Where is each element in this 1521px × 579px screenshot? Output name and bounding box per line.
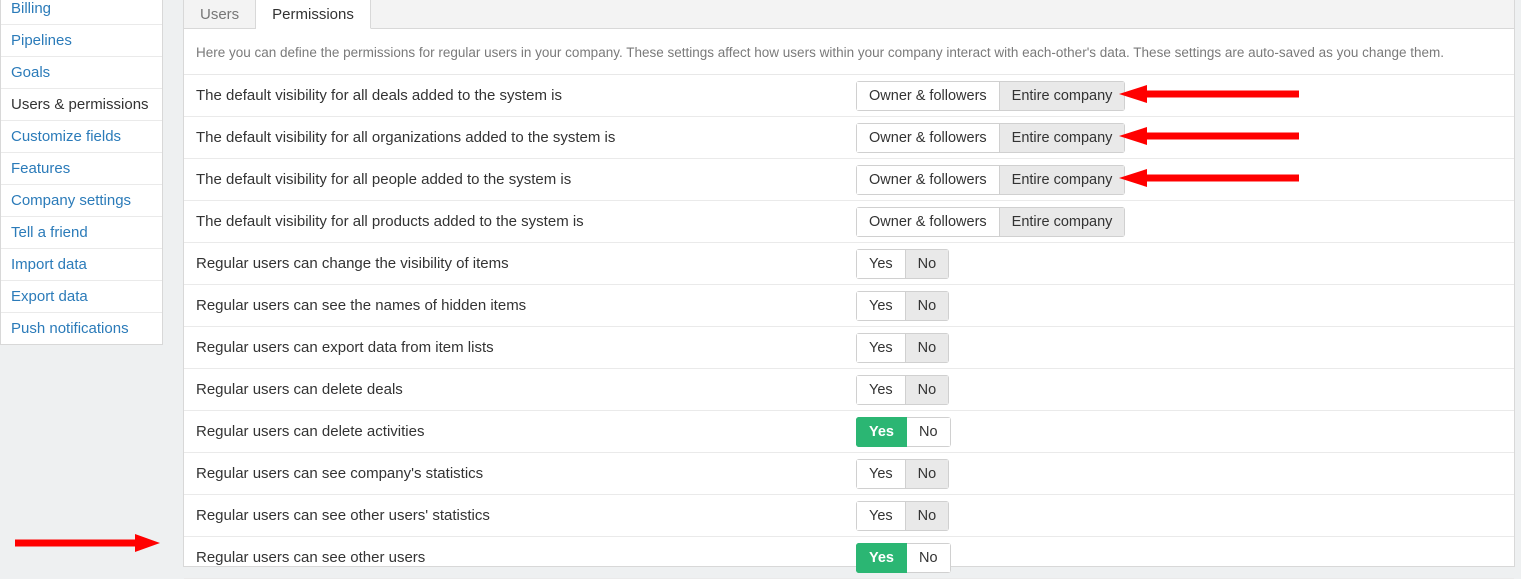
permission-label: Regular users can export data from item … xyxy=(196,339,856,356)
sidebar-item-push-notifications[interactable]: Push notifications xyxy=(1,313,162,344)
toggle-option-owner-followers[interactable]: Owner & followers xyxy=(856,81,1000,111)
annotation-arrow xyxy=(1119,84,1299,108)
toggle-option-yes[interactable]: Yes xyxy=(856,459,906,489)
sidebar-item-export-data[interactable]: Export data xyxy=(1,281,162,313)
permission-row: The default visibility for all people ad… xyxy=(184,159,1514,201)
toggle-option-no[interactable]: No xyxy=(906,291,950,321)
sidebar-item-billing[interactable]: Billing xyxy=(1,0,162,25)
permission-label: Regular users can delete activities xyxy=(196,423,856,440)
toggle-option-yes[interactable]: Yes xyxy=(856,501,906,531)
toggle-option-yes[interactable]: Yes xyxy=(856,291,906,321)
sidebar-item-features[interactable]: Features xyxy=(1,153,162,185)
permission-row: The default visibility for all deals add… xyxy=(184,75,1514,117)
permission-row: Regular users can see other users' stati… xyxy=(184,495,1514,537)
toggle-option-no[interactable]: No xyxy=(906,459,950,489)
sidebar: Billing Pipelines Goals Users & permissi… xyxy=(0,0,163,345)
toggle-option-no[interactable]: No xyxy=(906,501,950,531)
permission-row: Regular users can see the names of hidde… xyxy=(184,285,1514,327)
intro-text: Here you can define the permissions for … xyxy=(184,29,1514,75)
permission-label: The default visibility for all deals add… xyxy=(196,87,856,104)
permission-label: Regular users can delete deals xyxy=(196,381,856,398)
visibility-toggle: Owner & followersEntire company xyxy=(856,207,1125,237)
visibility-toggle: Owner & followersEntire company xyxy=(856,165,1125,195)
permission-label: Regular users can see other users' stati… xyxy=(196,507,856,524)
permission-row: Regular users can see other usersYesNo xyxy=(184,537,1514,579)
yesno-toggle: YesNo xyxy=(856,249,949,279)
toggle-option-no[interactable]: No xyxy=(906,375,950,405)
toggle-option-no[interactable]: No xyxy=(907,543,951,573)
permissions-list: The default visibility for all deals add… xyxy=(184,75,1514,579)
toggle-option-yes[interactable]: Yes xyxy=(856,417,907,447)
yesno-toggle: YesNo xyxy=(856,459,949,489)
yesno-toggle: YesNo xyxy=(856,333,949,363)
sidebar-item-customize-fields[interactable]: Customize fields xyxy=(1,121,162,153)
sidebar-item-import-data[interactable]: Import data xyxy=(1,249,162,281)
permission-label: The default visibility for all organizat… xyxy=(196,129,856,146)
annotation-arrow xyxy=(1119,126,1299,150)
permission-row: Regular users can delete activitiesYesNo xyxy=(184,411,1514,453)
toggle-option-entire-company[interactable]: Entire company xyxy=(1000,123,1126,153)
yesno-toggle: YesNo xyxy=(856,501,949,531)
tab-bar: Users Permissions xyxy=(184,0,1514,29)
annotation-arrow xyxy=(1119,168,1299,192)
permission-label: Regular users can see the names of hidde… xyxy=(196,297,856,314)
yesno-toggle: YesNo xyxy=(856,417,951,447)
permission-row: The default visibility for all products … xyxy=(184,201,1514,243)
toggle-option-no[interactable]: No xyxy=(906,333,950,363)
permission-label: Regular users can see company's statisti… xyxy=(196,465,856,482)
toggle-option-yes[interactable]: Yes xyxy=(856,375,906,405)
permission-label: The default visibility for all products … xyxy=(196,213,856,230)
visibility-toggle: Owner & followersEntire company xyxy=(856,81,1125,111)
permission-row: Regular users can change the visibility … xyxy=(184,243,1514,285)
sidebar-item-company-settings[interactable]: Company settings xyxy=(1,185,162,217)
sidebar-item-users-permissions[interactable]: Users & permissions xyxy=(1,89,162,121)
permission-label: The default visibility for all people ad… xyxy=(196,171,856,188)
yesno-toggle: YesNo xyxy=(856,543,951,573)
toggle-option-entire-company[interactable]: Entire company xyxy=(1000,81,1126,111)
toggle-option-no[interactable]: No xyxy=(907,417,951,447)
tab-users[interactable]: Users xyxy=(184,0,256,28)
permission-row: The default visibility for all organizat… xyxy=(184,117,1514,159)
permission-label: Regular users can change the visibility … xyxy=(196,255,856,272)
main-panel: Users Permissions Here you can define th… xyxy=(183,0,1515,567)
permission-row: Regular users can see company's statisti… xyxy=(184,453,1514,495)
permission-label: Regular users can see other users xyxy=(196,549,856,566)
tab-permissions[interactable]: Permissions xyxy=(256,0,371,29)
toggle-option-owner-followers[interactable]: Owner & followers xyxy=(856,123,1000,153)
annotation-arrow-sidebar xyxy=(15,533,160,551)
permission-row: Regular users can delete dealsYesNo xyxy=(184,369,1514,411)
sidebar-item-tell-a-friend[interactable]: Tell a friend xyxy=(1,217,162,249)
yesno-toggle: YesNo xyxy=(856,375,949,405)
visibility-toggle: Owner & followersEntire company xyxy=(856,123,1125,153)
toggle-option-entire-company[interactable]: Entire company xyxy=(1000,207,1126,237)
sidebar-item-goals[interactable]: Goals xyxy=(1,57,162,89)
toggle-option-owner-followers[interactable]: Owner & followers xyxy=(856,207,1000,237)
toggle-option-no[interactable]: No xyxy=(906,249,950,279)
sidebar-item-pipelines[interactable]: Pipelines xyxy=(1,25,162,57)
toggle-option-yes[interactable]: Yes xyxy=(856,249,906,279)
toggle-option-yes[interactable]: Yes xyxy=(856,543,907,573)
toggle-option-owner-followers[interactable]: Owner & followers xyxy=(856,165,1000,195)
permission-row: Regular users can export data from item … xyxy=(184,327,1514,369)
toggle-option-yes[interactable]: Yes xyxy=(856,333,906,363)
toggle-option-entire-company[interactable]: Entire company xyxy=(1000,165,1126,195)
yesno-toggle: YesNo xyxy=(856,291,949,321)
